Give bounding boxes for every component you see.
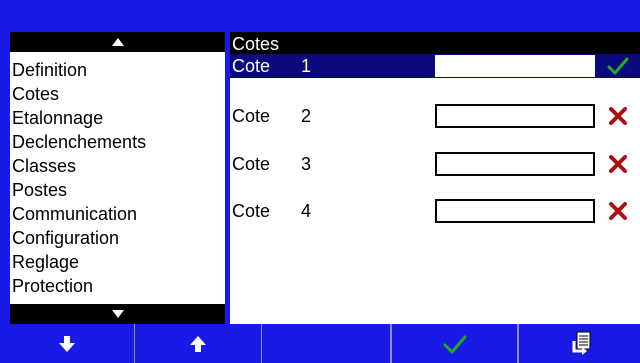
cote-3-input[interactable] <box>435 152 595 176</box>
enter-document-icon <box>572 331 590 355</box>
cross-icon <box>609 107 627 125</box>
menu-item-etalonnage[interactable]: Etalonnage <box>10 106 225 130</box>
menu-item-classes[interactable]: Classes <box>10 154 225 178</box>
cross-icon <box>609 202 627 220</box>
scroll-up-button[interactable] <box>10 32 225 52</box>
triangle-down-icon <box>111 310 124 318</box>
menu-list: Definition Cotes Etalonnage Declenchemen… <box>10 58 225 298</box>
cote-row-3[interactable]: Cote 3 <box>230 152 640 176</box>
menu-item-reglage[interactable]: Reglage <box>10 250 225 274</box>
cote-row-2[interactable]: Cote 2 <box>230 104 640 128</box>
menu-list-panel: Definition Cotes Etalonnage Declenchemen… <box>10 32 225 324</box>
cote-row-1[interactable]: Cote 1 <box>230 54 640 78</box>
menu-item-configuration[interactable]: Configuration <box>10 226 225 250</box>
cote-label: Cote <box>232 201 271 221</box>
checkmark-icon <box>607 57 629 75</box>
cote-number: 4 <box>301 201 312 221</box>
menu-item-protection[interactable]: Protection <box>10 274 225 298</box>
cote-4-input[interactable] <box>435 199 595 223</box>
cote-2-input[interactable] <box>435 104 595 128</box>
cote-number: 2 <box>301 106 312 126</box>
enter-button[interactable] <box>518 324 640 363</box>
function-toolbar <box>0 324 640 363</box>
cote-number: 1 <box>301 56 312 76</box>
checkmark-icon <box>443 335 466 353</box>
validate-button[interactable] <box>391 324 518 363</box>
cote-label: Cote <box>232 106 271 126</box>
up-button[interactable] <box>135 324 262 363</box>
arrow-up-icon <box>190 335 206 352</box>
cote-number: 3 <box>301 154 312 174</box>
cote-label: Cote <box>232 56 271 76</box>
arrow-down-icon <box>59 335 75 352</box>
cotes-panel: Cotes Cote 1 Cote 2 Cote 3 Cote 4 <box>230 32 640 324</box>
cross-icon <box>609 155 627 173</box>
menu-item-declenchements[interactable]: Declenchements <box>10 130 225 154</box>
menu-item-definition[interactable]: Definition <box>10 58 225 82</box>
panel-title: Cotes <box>230 32 640 54</box>
cote-row-4[interactable]: Cote 4 <box>230 199 640 223</box>
cote-label: Cote <box>232 154 271 174</box>
menu-item-communication[interactable]: Communication <box>10 202 225 226</box>
menu-item-postes[interactable]: Postes <box>10 178 225 202</box>
down-button[interactable] <box>0 324 135 363</box>
empty-function-button-3[interactable] <box>262 324 391 363</box>
triangle-up-icon <box>111 38 124 46</box>
menu-item-cotes[interactable]: Cotes <box>10 82 225 106</box>
scroll-down-button[interactable] <box>10 304 225 324</box>
cote-1-input[interactable] <box>435 55 595 77</box>
